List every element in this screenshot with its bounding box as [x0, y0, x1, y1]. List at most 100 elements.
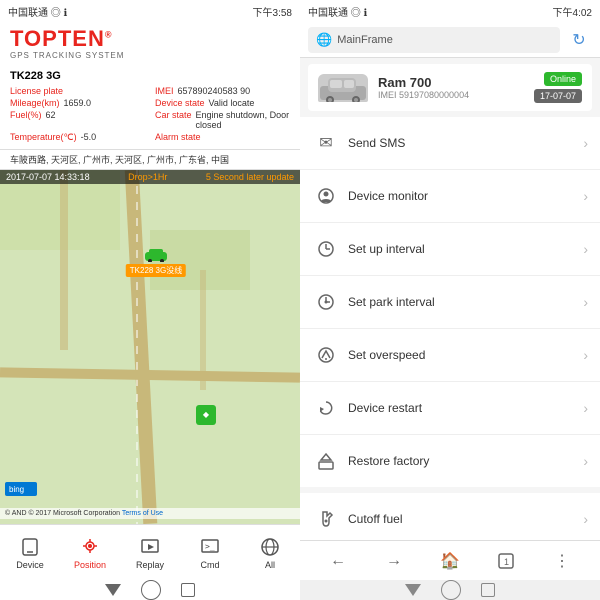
car-silhouette	[318, 74, 368, 102]
menu-send-sms[interactable]: ✉ Send SMS ›	[300, 117, 600, 170]
badge-date: 17-07-07	[534, 89, 582, 103]
vehicle-info: Ram 700 IMEI 59197080000004	[378, 75, 524, 100]
set-park-icon	[312, 288, 340, 316]
restore-factory-icon	[312, 447, 340, 475]
menu-set-overspeed-label: Set overspeed	[348, 348, 583, 362]
car-marker: TK228 3G没线	[144, 248, 168, 267]
terms-link[interactable]: Terms of Use	[122, 510, 163, 517]
menu-device-restart[interactable]: Device restart ›	[300, 382, 600, 435]
all-icon	[259, 536, 281, 558]
home-indicator-right	[300, 580, 600, 600]
device-monitor-icon	[312, 182, 340, 210]
right-panel: 中国联通 ◎ ℹ 下午4:02 🌐 MainFrame ↻ Ram 700	[300, 0, 600, 600]
status-bar-right: 中国联通 ◎ ℹ 下午4:02	[300, 0, 600, 22]
brand-logo: TOPTEN®	[10, 28, 290, 50]
map-update: 5 Second later update	[206, 172, 294, 182]
bottom-nav-right: ← → 🏠 1 ⋮	[300, 540, 600, 580]
arrow-icon: ›	[583, 135, 588, 151]
more-nav-btn[interactable]: ⋮	[547, 546, 577, 576]
device-info-card: TK228 3G License plate IMEI 657890240583…	[0, 64, 300, 150]
nav-position[interactable]: Position	[60, 530, 120, 576]
car-silhouette-svg	[318, 74, 368, 102]
menu-cutoff-fuel-label: Cutoff fuel	[348, 512, 583, 526]
carrier-right: 中国联通 ◎ ℹ	[308, 4, 367, 19]
device-icon	[19, 536, 41, 558]
status-badges: Online 17-07-07	[534, 72, 582, 103]
recents-button-right[interactable]	[481, 583, 495, 597]
refresh-button[interactable]: ↻	[566, 27, 592, 53]
bing-logo: bing	[5, 482, 37, 496]
vehicle-card: Ram 700 IMEI 59197080000004 Online 17-07…	[308, 64, 592, 111]
svg-text:1: 1	[504, 557, 509, 567]
home-button-right[interactable]	[441, 580, 461, 600]
map-area: 2017-07-07 14:33:18 Drop>1Hr 5 Second la…	[0, 170, 300, 524]
position-icon	[79, 536, 101, 558]
car-label: TK228 3G没线	[126, 264, 186, 277]
forward-nav-btn[interactable]: →	[379, 546, 409, 576]
back-nav-btn[interactable]: ←	[323, 546, 353, 576]
arrow-icon: ›	[583, 453, 588, 469]
logo-subtitle: GPS TRACKING SYSTEM	[10, 51, 290, 60]
info-grid: License plate IMEI 657890240583 90 Milea…	[10, 86, 290, 143]
info-row-fuel: Fuel(%) 62	[10, 110, 145, 130]
info-row-alarm: Alarm state	[155, 132, 290, 143]
device-restart-icon	[312, 394, 340, 422]
replay-icon	[139, 536, 161, 558]
vehicle-name: Ram 700	[378, 75, 524, 90]
time-right: 下午4:02	[553, 4, 592, 19]
tabs-nav-btn[interactable]: 1	[491, 546, 521, 576]
svg-text:bing: bing	[9, 485, 24, 494]
arrow-icon: ›	[583, 347, 588, 363]
menu-set-park[interactable]: Set park interval ›	[300, 276, 600, 329]
menu-set-overspeed[interactable]: Set overspeed ›	[300, 329, 600, 382]
menu-restore-factory[interactable]: Restore factory ›	[300, 435, 600, 487]
car-icon-svg	[144, 248, 168, 262]
map-attribution: © AND © 2017 Microsoft Corporation Terms…	[0, 508, 300, 519]
browser-bar: 🌐 MainFrame ↻	[300, 22, 600, 58]
nav-cmd-label: Cmd	[200, 560, 219, 570]
address-bar: 车陂西路, 天河区, 广州市, 天河区, 广州市, 广东省, 中国	[0, 150, 300, 170]
arrow-icon: ›	[583, 294, 588, 310]
nav-all-label: All	[265, 560, 275, 570]
time-left: 下午3:58	[253, 4, 292, 19]
svg-text:>_: >_	[205, 542, 215, 551]
map-drop: Drop>1Hr	[128, 172, 167, 182]
nav-device[interactable]: Device	[0, 530, 60, 576]
nav-replay-label: Replay	[136, 560, 164, 570]
status-bar-left: 中国联通 ◎ ℹ 下午3:58	[0, 0, 300, 22]
cmd-icon: >_	[199, 536, 221, 558]
info-row-mileage: Mileage(km) 1659.0	[10, 98, 145, 108]
logo-area: TOPTEN® GPS TRACKING SYSTEM	[0, 22, 300, 64]
left-panel: 中国联通 ◎ ℹ 下午3:58 TOPTEN® GPS TRACKING SYS…	[0, 0, 300, 600]
nav-device-label: Device	[16, 560, 44, 570]
nav-position-label: Position	[74, 560, 106, 570]
recents-button[interactable]	[181, 583, 195, 597]
bing-logo-area: bing	[5, 482, 37, 496]
menu-set-interval[interactable]: Set up interval ›	[300, 223, 600, 276]
arrow-icon: ›	[583, 400, 588, 416]
url-bar[interactable]: 🌐 MainFrame	[308, 27, 560, 53]
nav-all[interactable]: All	[240, 530, 300, 576]
back-button[interactable]	[105, 584, 121, 596]
map-time: 2017-07-07 14:33:18	[6, 172, 90, 182]
nav-replay[interactable]: Replay	[120, 530, 180, 576]
home-button[interactable]	[141, 580, 161, 600]
arrow-icon: ›	[583, 241, 588, 257]
set-interval-icon	[312, 235, 340, 263]
nav-cmd[interactable]: >_ Cmd	[180, 530, 240, 576]
menu-restore-factory-label: Restore factory	[348, 454, 583, 468]
menu-cutoff-fuel[interactable]: Cutoff fuel ›	[300, 493, 600, 540]
info-row-license: License plate	[10, 86, 145, 96]
arrow-icon: ›	[583, 188, 588, 204]
vehicle-imei: IMEI 59197080000004	[378, 90, 524, 100]
map-timestamp: 2017-07-07 14:33:18 Drop>1Hr 5 Second la…	[0, 170, 300, 184]
badge-online: Online	[544, 72, 582, 86]
cutoff-fuel-icon	[312, 505, 340, 533]
info-row-device-state: Device state Valid locate	[155, 98, 290, 108]
info-row-imei: IMEI 657890240583 90	[155, 86, 290, 96]
back-button-right[interactable]	[405, 584, 421, 596]
menu-device-monitor[interactable]: Device monitor ›	[300, 170, 600, 223]
home-nav-btn[interactable]: 🏠	[435, 546, 465, 576]
url-text: MainFrame	[337, 34, 393, 46]
menu-device-monitor-label: Device monitor	[348, 189, 583, 203]
